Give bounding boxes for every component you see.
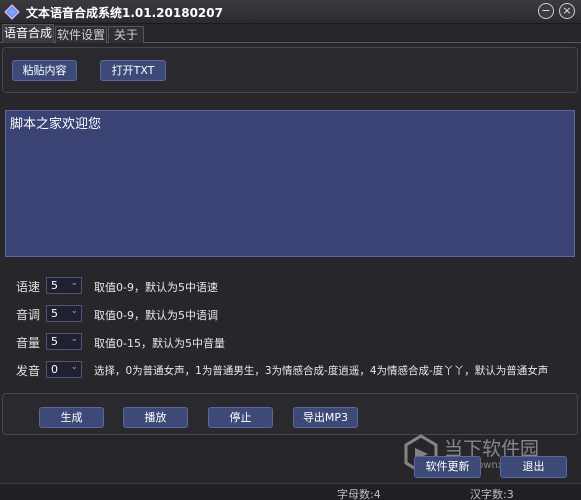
voice-label: 发音 <box>16 364 41 378</box>
volume-label: 音量 <box>16 336 41 350</box>
speed-value: 5 <box>51 279 58 292</box>
export-mp3-button[interactable]: 导出MP3 <box>293 407 358 428</box>
script-text-area[interactable]: 脚本之家欢迎您 <box>5 110 575 257</box>
tone-hint: 取值0-9，默认为5中语调 <box>94 309 218 322</box>
play-button[interactable]: 播放 <box>123 407 188 428</box>
volume-hint: 取值0-15，默认为5中音量 <box>94 337 225 350</box>
actions-panel: 生成 播放 停止 导出MP3 <box>2 393 578 435</box>
speed-hint: 取值0-9，默认为5中语速 <box>94 281 218 294</box>
status-bar: 字母数:4 汉字数:3 <box>0 483 581 500</box>
stop-button[interactable]: 停止 <box>208 407 273 428</box>
letter-count: 字母数:4 <box>337 488 381 500</box>
speed-select[interactable]: 5 ⌄ <box>46 277 82 294</box>
hanzi-count: 汉字数:3 <box>470 488 514 500</box>
window-title: 文本语音合成系统1.01.20180207 <box>26 6 223 20</box>
exit-button[interactable]: 退出 <box>500 456 567 478</box>
voice-hint: 选择，0为普通女声，1为普通男生，3为情感合成-度逍遥，4为情感合成-度丫丫，默… <box>94 365 549 377</box>
tab-bar: 语音合成 软件设置 关于 <box>0 24 581 43</box>
volume-value: 5 <box>51 335 58 348</box>
chevron-down-icon: ⌄ <box>70 334 78 344</box>
tab-software-settings[interactable]: 软件设置 <box>55 26 107 43</box>
chevron-down-icon: ⌄ <box>70 306 78 316</box>
paste-content-button[interactable]: 粘贴内容 <box>12 60 77 81</box>
title-bar: 文本语音合成系统1.01.20180207 − × <box>0 0 581 24</box>
open-txt-button[interactable]: 打开TXT <box>100 60 166 81</box>
tone-select[interactable]: 5 ⌄ <box>46 305 82 322</box>
voice-value: 0 <box>51 363 58 376</box>
speed-label: 语速 <box>16 280 41 294</box>
tab-about[interactable]: 关于 <box>108 26 144 43</box>
tab-speech-synthesis[interactable]: 语音合成 <box>2 24 54 43</box>
app-logo-icon <box>4 4 20 20</box>
chevron-down-icon: ⌄ <box>70 362 78 372</box>
tone-value: 5 <box>51 307 58 320</box>
close-button[interactable]: × <box>559 3 575 19</box>
chevron-down-icon: ⌄ <box>70 278 78 288</box>
volume-select[interactable]: 5 ⌄ <box>46 333 82 350</box>
voice-select[interactable]: 0 ⌄ <box>46 361 82 378</box>
script-text: 脚本之家欢迎您 <box>10 117 102 132</box>
tone-label: 音调 <box>16 308 41 322</box>
minimize-button[interactable]: − <box>538 3 554 19</box>
software-update-button[interactable]: 软件更新 <box>414 456 481 478</box>
generate-button[interactable]: 生成 <box>39 407 104 428</box>
toolbar-panel: 粘贴内容 打开TXT <box>2 47 578 93</box>
